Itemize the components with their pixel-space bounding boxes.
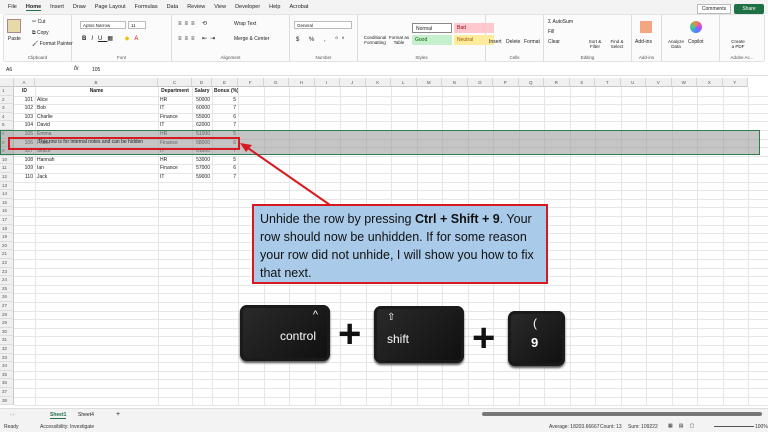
zoom-slider[interactable] — [714, 426, 754, 427]
plus-sign: + — [338, 312, 362, 356]
accessibility-status[interactable]: Accessibility: Investigate — [40, 424, 94, 430]
callout-pre: Unhide the row by pressing — [260, 212, 415, 226]
control-symbol: ^ — [312, 309, 318, 321]
add-sheet-icon[interactable]: + — [116, 411, 120, 418]
zoom-level: 100% — [755, 424, 768, 430]
plus-sign: + — [472, 316, 496, 360]
shift-label: shift — [387, 332, 410, 346]
horizontal-scrollbar[interactable] — [482, 412, 762, 416]
instruction-callout: Unhide the row by pressing Ctrl + Shift … — [252, 204, 548, 284]
control-key: ^ control — [240, 305, 330, 361]
callout-shortcut: Ctrl + Shift + 9 — [414, 212, 500, 226]
sheet-tab-sheet1[interactable]: Sheet1 — [50, 412, 67, 419]
shift-key: ⇧ shift — [374, 306, 464, 363]
sheet-tab-sheet4[interactable]: Sheet4 — [78, 412, 94, 418]
status-sum: Sum: 109222 — [628, 424, 658, 430]
view-buttons[interactable]: ▦▤▢ — [668, 423, 700, 429]
sheet-tabs-bar: ‹ › Sheet1 Sheet4 + — [0, 408, 768, 420]
status-count: Count: 13 — [600, 424, 622, 430]
shift-symbol: ⇧ — [387, 312, 396, 323]
sheet-nav-icon[interactable]: ‹ › — [10, 412, 15, 418]
nine-key: ( 9 — [508, 311, 565, 366]
control-label: control — [279, 329, 316, 343]
status-average: Average: 18203.66667 — [549, 424, 600, 430]
status-ready: Ready — [4, 424, 19, 430]
nine-symbol: ( — [533, 316, 537, 330]
nine-label: 9 — [531, 335, 539, 350]
status-bar: Ready Accessibility: Investigate Average… — [0, 420, 768, 432]
